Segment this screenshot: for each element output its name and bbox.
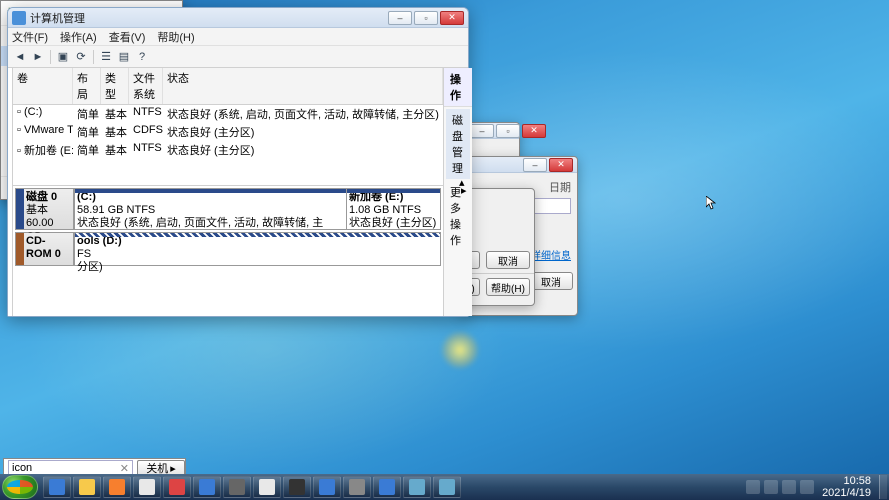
forward-icon[interactable]: ► [30, 49, 46, 65]
taskbar: 10:58 2021/4/19 [0, 474, 889, 500]
menu-help[interactable]: 帮助(H) [157, 29, 194, 45]
disk-row[interactable]: 磁盘 0 基本 60.00 GB 联机 (C:) 58.91 GB NTFS 状… [15, 188, 441, 230]
tray-volume-icon[interactable] [800, 480, 814, 494]
menu-view[interactable]: 查看(V) [109, 29, 146, 45]
properties-icon[interactable]: ☰ [98, 49, 114, 65]
taskbar-item-explorer[interactable] [73, 476, 101, 498]
taskbar-item-app3[interactable] [193, 476, 221, 498]
actions-header: 操作 [444, 68, 473, 107]
computer-management-window: 计算机管理 – ▫ ✕ 文件(F) 操作(A) 查看(V) 帮助(H) ◄ ► … [7, 7, 469, 317]
close-button[interactable]: ✕ [522, 124, 546, 138]
cdrom-row[interactable]: CD-ROM 0 ools (D:) FS 分区) [15, 232, 441, 266]
minimize-button[interactable]: – [388, 11, 412, 25]
refresh-icon[interactable]: ⟳ [73, 49, 89, 65]
tray-flag-icon[interactable] [764, 480, 778, 494]
cancel-button[interactable]: 取消 [529, 272, 573, 290]
taskbar-item-wmp[interactable] [103, 476, 131, 498]
disk-label: 磁盘 0 [26, 191, 57, 203]
action-diskmgmt[interactable]: 磁盘管理 ▴ [446, 109, 471, 179]
taskbar-item-app4[interactable] [223, 476, 251, 498]
partition-d[interactable]: ools (D:) FS 分区) [74, 233, 440, 265]
partition-c[interactable]: (C:) 58.91 GB NTFS 状态良好 (系统, 启动, 页面文件, 活… [74, 189, 346, 229]
app-icon [12, 11, 26, 25]
clear-search-icon[interactable]: ✕ [120, 462, 129, 475]
taskbar-item-app1[interactable] [133, 476, 161, 498]
back-icon[interactable]: ◄ [12, 49, 28, 65]
taskbar-item-app5[interactable] [253, 476, 281, 498]
close-button[interactable]: ✕ [549, 158, 573, 172]
maximize-button[interactable]: ▫ [496, 124, 520, 138]
list-icon[interactable]: ▤ [116, 49, 132, 65]
tray-icon[interactable] [746, 480, 760, 494]
maximize-button[interactable]: ▫ [414, 11, 438, 25]
actions-pane: 操作 磁盘管理 ▴ 更多操作▸ [444, 68, 473, 316]
taskbar-item-app6[interactable] [283, 476, 311, 498]
details-link[interactable]: 详细信息 [531, 251, 571, 262]
col-layout[interactable]: 布局 [73, 68, 101, 104]
toolbar: ◄ ► ▣ ⟳ ☰ ▤ ? [8, 46, 468, 68]
clock[interactable]: 10:58 2021/4/19 [818, 475, 875, 499]
help-button[interactable]: 帮助(H) [486, 278, 530, 296]
menu-bar: 文件(F) 操作(A) 查看(V) 帮助(H) [8, 28, 468, 46]
col-status[interactable]: 状态 [163, 68, 443, 104]
taskbar-item-app11[interactable] [433, 476, 461, 498]
system-tray: 10:58 2021/4/19 [742, 475, 879, 499]
menu-action[interactable]: 操作(A) [60, 29, 97, 45]
disk-map: 磁盘 0 基本 60.00 GB 联机 (C:) 58.91 GB NTFS 状… [13, 185, 443, 316]
taskbar-item-app9[interactable] [373, 476, 401, 498]
cancel-button[interactable]: 取消 [486, 251, 530, 269]
taskbar-item-app10[interactable] [403, 476, 431, 498]
col-fs[interactable]: 文件系统 [129, 68, 163, 104]
volume-row[interactable]: ▫ (C:)简单基本NTFS状态良好 (系统, 启动, 页面文件, 活动, 故障… [13, 105, 443, 123]
volume-row[interactable]: ▫ 新加卷 (E:)简单基本NTFS状态良好 (主分区) [13, 141, 443, 159]
taskbar-item-ie[interactable] [43, 476, 71, 498]
action-more[interactable]: 更多操作▸ [444, 181, 459, 251]
volume-list: ▫ (C:)简单基本NTFS状态良好 (系统, 启动, 页面文件, 活动, 故障… [13, 105, 443, 185]
volume-row[interactable]: ▫ VMware Tools (D:)简单基本CDFS状态良好 (主分区) [13, 123, 443, 141]
taskbar-item-app2[interactable] [163, 476, 191, 498]
col-volume[interactable]: 卷 [13, 68, 73, 104]
up-icon[interactable]: ▣ [55, 49, 71, 65]
partition-e[interactable]: 新加卷 (E:) 1.08 GB NTFS 状态良好 (主分区) [346, 189, 440, 229]
tray-network-icon[interactable] [782, 480, 796, 494]
window-title: 计算机管理 [30, 10, 388, 26]
minimize-button[interactable]: – [523, 158, 547, 172]
help-icon[interactable]: ? [134, 49, 150, 65]
start-button[interactable] [2, 475, 38, 499]
menu-file[interactable]: 文件(F) [12, 29, 48, 45]
close-button[interactable]: ✕ [440, 11, 464, 25]
col-type[interactable]: 类型 [101, 68, 129, 104]
mouse-cursor [706, 196, 716, 210]
show-desktop-button[interactable] [879, 475, 887, 499]
taskbar-item-app7[interactable] [313, 476, 341, 498]
volume-list-header: 卷 布局 类型 文件系统 状态 [13, 68, 443, 105]
minimize-button[interactable]: – [470, 124, 494, 138]
taskbar-item-app8[interactable] [343, 476, 371, 498]
